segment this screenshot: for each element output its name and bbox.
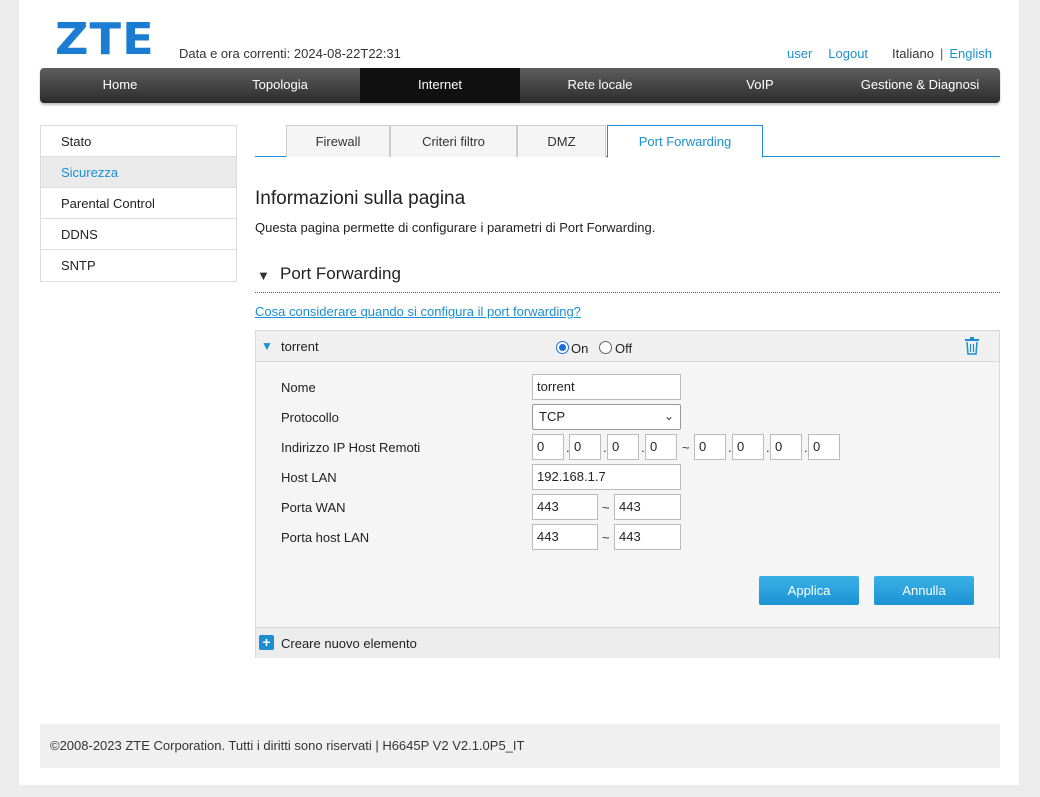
tab-port-forwarding[interactable]: Port Forwarding: [607, 125, 763, 158]
porta-lan-label: Porta host LAN: [281, 530, 370, 545]
host-lan-label: Host LAN: [281, 470, 337, 485]
nome-label: Nome: [281, 380, 316, 395]
porta-wan-range-separator: ~: [602, 500, 610, 515]
page-description: Questa pagina permette di configurare i …: [255, 220, 656, 235]
porta-wan-label: Porta WAN: [281, 500, 346, 515]
collapse-triangle-icon[interactable]: ▼: [257, 268, 270, 283]
sidebar: Stato Sicurezza Parental Control DDNS SN…: [40, 125, 237, 282]
protocollo-value: TCP: [539, 409, 565, 424]
tab-criteri-filtro[interactable]: Criteri filtro: [390, 125, 517, 157]
ip-start-octet-3[interactable]: 0: [607, 434, 639, 460]
new-element-row: + Creare nuovo elemento: [256, 627, 999, 658]
page-title: Informazioni sulla pagina: [255, 188, 466, 209]
porta-wan-start-input[interactable]: 443: [532, 494, 598, 520]
ip-start-octet-1[interactable]: 0: [532, 434, 564, 460]
radio-on-label: On: [571, 341, 589, 356]
protocollo-label: Protocollo: [281, 410, 339, 425]
porta-wan-end-input[interactable]: 443: [614, 494, 681, 520]
ip-range-separator: ~: [682, 440, 690, 455]
help-link[interactable]: Cosa considerare quando si configura il …: [255, 304, 581, 319]
radio-off-label: Off: [615, 341, 633, 356]
sidebar-item-ddns[interactable]: DDNS: [41, 219, 236, 250]
trash-icon[interactable]: [964, 337, 980, 355]
rule-header: ▼ torrent On Off: [256, 331, 999, 362]
ip-end-octet-4[interactable]: 0: [808, 434, 840, 460]
ip-start-octet-2[interactable]: 0: [569, 434, 601, 460]
port-forwarding-rule: ▼ torrent On Off Nome torrent Protocollo…: [255, 330, 1000, 658]
language-separator: |: [939, 46, 944, 61]
ip-host-remoti-label: Indirizzo IP Host Remoti: [281, 440, 421, 455]
sidebar-item-sicurezza[interactable]: Sicurezza: [41, 157, 236, 188]
rule-name: torrent: [281, 339, 319, 354]
logout-link[interactable]: Logout: [828, 46, 868, 61]
nav-topologia[interactable]: Topologia: [200, 68, 360, 103]
ip-end-octet-2[interactable]: 0: [732, 434, 764, 460]
porta-lan-end-input[interactable]: 443: [614, 524, 681, 550]
tab-dmz[interactable]: DMZ: [517, 125, 606, 157]
nav-rete-locale[interactable]: Rete locale: [520, 68, 680, 103]
expand-arrow-icon[interactable]: ▼: [261, 339, 273, 353]
sidebar-item-stato[interactable]: Stato: [41, 126, 236, 157]
zte-logo: ZTE: [55, 14, 155, 65]
porta-lan-start-input[interactable]: 443: [532, 524, 598, 550]
cancel-button[interactable]: Annulla: [874, 576, 974, 605]
section-header[interactable]: ▼ Port Forwarding: [255, 263, 1000, 293]
nav-home[interactable]: Home: [40, 68, 200, 103]
tab-firewall[interactable]: Firewall: [286, 125, 390, 157]
language-english-link[interactable]: English: [949, 46, 992, 61]
ip-start-octet-4[interactable]: 0: [645, 434, 677, 460]
page-container: ZTE Data e ora correnti: 2024-08-22T22:3…: [19, 0, 1019, 785]
current-datetime: Data e ora correnti: 2024-08-22T22:31: [179, 46, 401, 61]
radio-off[interactable]: [599, 341, 612, 354]
protocollo-select[interactable]: TCP ⌄: [532, 404, 681, 430]
footer: ©2008-2023 ZTE Corporation. Tutti i diri…: [40, 724, 1000, 768]
language-current: Italiano: [892, 46, 934, 61]
nome-input[interactable]: torrent: [532, 374, 681, 400]
nav-voip[interactable]: VoIP: [680, 68, 840, 103]
nav-internet[interactable]: Internet: [360, 68, 520, 103]
chevron-down-icon: ⌄: [663, 409, 674, 423]
section-title: Port Forwarding: [280, 264, 401, 283]
apply-button[interactable]: Applica: [759, 576, 859, 605]
top-links: user Logout Italiano | English: [787, 46, 992, 61]
radio-on[interactable]: [556, 341, 569, 354]
ip-end-octet-3[interactable]: 0: [770, 434, 802, 460]
sidebar-item-parental-control[interactable]: Parental Control: [41, 188, 236, 219]
ip-end-octet-1[interactable]: 0: [694, 434, 726, 460]
main-nav: Home Topologia Internet Rete locale VoIP…: [40, 68, 1000, 103]
user-link[interactable]: user: [787, 46, 812, 61]
plus-icon[interactable]: +: [259, 635, 274, 650]
porta-lan-range-separator: ~: [602, 530, 610, 545]
host-lan-input[interactable]: 192.168.1.7: [532, 464, 681, 490]
nav-gestione-diagnosi[interactable]: Gestione & Diagnosi: [840, 68, 1000, 103]
sidebar-item-sntp[interactable]: SNTP: [41, 250, 236, 281]
new-element-link[interactable]: Creare nuovo elemento: [281, 636, 417, 651]
tab-bar: Firewall Criteri filtro DMZ Port Forward…: [255, 125, 1000, 158]
